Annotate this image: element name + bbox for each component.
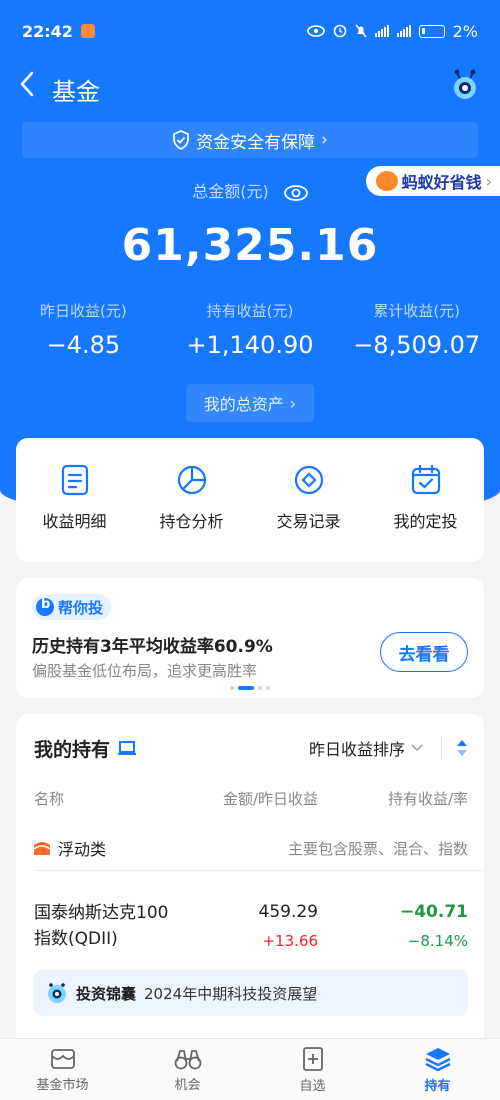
carousel-indicator [16,686,484,690]
layers-icon [424,1047,451,1071]
chevron-left-icon[interactable] [18,70,36,104]
market-icon [50,1048,75,1069]
menu-label: 收益明细 [42,512,107,531]
holdings-columns: 名称 金额/昨日收益 持有收益/率 [34,788,468,809]
tab-watchlist[interactable]: 自选 [250,1039,375,1100]
document-icon [61,464,88,496]
category-name: 浮动类 [58,840,107,859]
exchange-record-icon [294,465,323,495]
tab-label: 基金市场 [36,1077,89,1093]
my-assets-button[interactable]: 我的总资产 › [186,384,314,422]
holdings-view-icon[interactable] [118,740,137,756]
stat-holding[interactable]: 持有收益(元) +1,140.90 [167,300,334,359]
col-amount: 金额/昨日收益 [222,790,318,808]
sort-toggle-icon[interactable] [456,739,468,757]
fund-hold-profit: −40.71 [399,902,468,922]
my-assets-label: 我的总资产 [203,395,284,414]
fund-hold-rate: −8.14% [407,932,468,950]
alarm-icon [333,24,346,38]
sort-label: 昨日收益排序 [308,740,405,759]
battery-icon [418,24,445,38]
menu-holding-analysis[interactable]: 持仓分析 [133,438,250,562]
stat-yesterday[interactable]: 昨日收益(元) −4.85 [0,300,167,359]
fund-day-change: +13.66 [262,932,318,950]
fund-name-line2: 指数(QDII) [34,929,118,949]
menu-label: 交易记录 [276,512,341,531]
chevron-right-icon: › [289,393,297,413]
promo-tag-label: 帮你投 [58,598,104,617]
status-time: 22:42 [22,21,73,41]
sort-dropdown[interactable]: 昨日收益排序 [309,736,423,760]
recommendation-card[interactable]: 帮你投 历史持有3年平均收益率60.9% 偏股基金低位布局，追求更高胜率 去看看 [16,578,484,698]
assistant-bot-icon[interactable] [450,68,480,102]
holdings-header: 我的持有 昨日收益排序 [34,734,468,762]
stat-value: −8,509.07 [353,331,481,359]
promo-tag: 帮你投 [32,594,112,620]
shield-icon [173,130,189,150]
stat-value: +1,140.90 [186,331,314,359]
col-profit: 持有收益/率 [387,790,468,808]
bangnitou-logo-icon [36,597,54,616]
category-row: 浮动类 主要包含股票、混合、指数 [34,836,468,860]
tab-fund-market[interactable]: 基金市场 [0,1039,125,1100]
stat-label: 持有收益(元) [206,302,294,320]
eye-status-icon [306,25,325,37]
go-see-button[interactable]: 去看看 [380,632,468,672]
signal-icon [374,25,389,37]
fund-name-line1: 国泰纳斯达克100 [34,903,169,923]
menu-income-detail[interactable]: 收益明细 [16,438,133,562]
chevron-right-icon: › [321,130,328,150]
total-amount: 61,325.16 [121,220,379,271]
insight-banner[interactable]: 投资锦囊 2024年中期科技投资展望 [34,970,468,1016]
bottom-tab-bar: 基金市场 机会 自选 持有 [0,1038,500,1100]
holdings-title: 我的持有 [34,738,111,761]
my-holdings-card: 我的持有 昨日收益排序 名称 金额/昨日收益 持有收益/率 浮动类 主要包含股票… [16,714,484,1044]
insight-text: 2024年中期科技投资展望 [144,984,318,1003]
menu-trade-records[interactable]: 交易记录 [250,438,367,562]
nav-bar: 基金 [0,66,500,106]
eye-toggle-icon[interactable] [283,184,308,201]
promo-headline: 历史持有3年平均收益率60.9% [32,637,273,657]
insight-title: 投资锦囊 [76,984,137,1003]
total-label-row: 总金额(元) [0,178,500,202]
app-notification-icon [80,24,95,38]
tab-label: 机会 [174,1077,201,1093]
stat-label: 昨日收益(元) [39,302,127,320]
menu-label: 我的定投 [393,512,458,531]
chevron-down-icon [411,744,423,752]
floating-category-icon [34,842,50,855]
stat-value: −4.85 [46,331,121,359]
page-title: 基金 [52,78,100,106]
tab-label: 持有 [424,1078,451,1094]
category-desc: 主要包含股票、混合、指数 [287,839,468,858]
fund-name: 国泰纳斯达克100 指数(QDII) [34,900,204,952]
pie-chart-icon [177,465,206,495]
assistant-bot-icon [48,983,66,1003]
menu-label: 持仓分析 [159,512,224,531]
stat-cumulative[interactable]: 累计收益(元) −8,509.07 [333,300,500,359]
binoculars-icon [174,1049,201,1069]
safety-banner[interactable]: 资金安全有保障 › [22,122,478,158]
tab-holdings[interactable]: 持有 [375,1039,500,1100]
quick-menu: 收益明细 持仓分析 交易记录 我的定投 [16,438,484,562]
fund-row[interactable]: 国泰纳斯达克100 指数(QDII) 459.29 +13.66 −40.71 … [34,900,468,956]
calendar-check-icon [411,464,440,495]
divider [441,737,442,759]
mute-icon [355,24,367,38]
menu-my-plans[interactable]: 我的定投 [367,438,484,562]
promo-subtitle: 偏股基金低位布局，追求更高胜率 [32,662,258,680]
tab-label: 自选 [299,1078,326,1094]
total-label: 总金额(元) [192,182,269,201]
signal-icon-2 [396,25,411,37]
battery-percent: 2% [452,21,478,41]
watchlist-add-icon [302,1046,323,1071]
divider [34,870,484,871]
stat-label: 累计收益(元) [373,302,461,320]
fund-amount: 459.29 [258,902,318,922]
col-name: 名称 [34,790,65,808]
safety-label: 资金安全有保障 [196,132,316,153]
earnings-stats: 昨日收益(元) −4.85 持有收益(元) +1,140.90 累计收益(元) … [0,300,500,359]
tab-opportunity[interactable]: 机会 [125,1039,250,1100]
status-bar: 22:42 2% [22,18,478,44]
